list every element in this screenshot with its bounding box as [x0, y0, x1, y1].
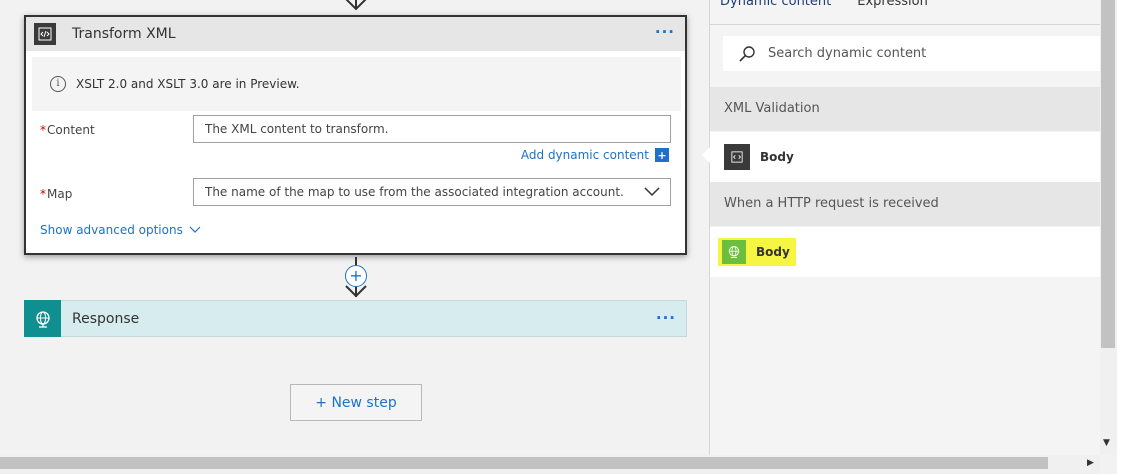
tab-divider — [710, 24, 1101, 25]
map-label-text: Map — [47, 187, 73, 201]
required-mark: * — [40, 187, 46, 201]
info-text: XSLT 2.0 and XSLT 3.0 are in Preview. — [76, 77, 300, 91]
dynamic-content-panel: Dynamic content Expression Search dynami… — [702, 0, 1101, 455]
search-input[interactable]: Search dynamic content — [723, 36, 1101, 71]
transform-xml-card[interactable]: Transform XML ··· i XSLT 2.0 and XSLT 3.… — [24, 15, 687, 255]
map-label: *Map — [40, 187, 72, 201]
new-step-button[interactable]: + New step — [290, 384, 422, 421]
xml-icon — [724, 144, 750, 170]
horizontal-scroll-thumb[interactable] — [0, 457, 1048, 469]
required-mark: * — [40, 123, 46, 137]
tab-expression[interactable]: Expression — [857, 0, 928, 9]
add-dynamic-content-label: Add dynamic content — [520, 148, 649, 162]
section-header-xml-validation: XML Validation — [710, 87, 1101, 131]
tab-dynamic-content[interactable]: Dynamic content — [720, 0, 831, 9]
add-icon: + — [655, 148, 669, 162]
chevron-down-icon — [345, 285, 367, 298]
search-icon — [739, 45, 755, 62]
dynamic-token-body-http[interactable]: Body — [710, 227, 1101, 277]
content-input[interactable]: The XML content to transform. — [193, 115, 671, 143]
scroll-right-arrow-icon[interactable]: ▶ — [1087, 458, 1094, 468]
highlighted-token[interactable]: Body — [718, 238, 796, 266]
scroll-down-arrow-icon[interactable]: ▼ — [1103, 438, 1110, 448]
preview-info-banner: i XSLT 2.0 and XSLT 3.0 are in Preview. — [32, 57, 681, 111]
response-globe-icon — [24, 300, 61, 337]
section-header-http-request: When a HTTP request is received — [710, 182, 1101, 226]
panel-tabs: Dynamic content Expression — [720, 0, 954, 9]
http-globe-icon — [722, 240, 746, 264]
chevron-down-icon[interactable] — [644, 187, 660, 197]
window-edge — [1117, 0, 1143, 474]
content-label-text: Content — [47, 123, 95, 137]
add-dynamic-content-link[interactable]: Add dynamic content + — [521, 148, 669, 162]
chevron-down-icon — [345, 0, 367, 11]
chevron-down-icon — [189, 226, 201, 233]
designer-canvas: Transform XML ··· i XSLT 2.0 and XSLT 3.… — [0, 0, 709, 455]
panel-pointer — [702, 146, 711, 164]
xml-transform-icon — [34, 23, 56, 45]
token-label: Body — [756, 245, 790, 259]
card-title: Response — [72, 310, 140, 327]
card-header[interactable]: Transform XML ··· — [26, 17, 685, 51]
show-advanced-options-link[interactable]: Show advanced options — [40, 223, 201, 237]
vertical-scroll-thumb[interactable] — [1101, 0, 1115, 348]
map-select[interactable]: The name of the map to use from the asso… — [193, 178, 671, 206]
content-placeholder: The XML content to transform. — [205, 122, 389, 136]
dynamic-token-body-xml[interactable]: Body — [710, 132, 1101, 182]
insert-step-button[interactable]: + — [345, 265, 367, 287]
card-title: Transform XML — [72, 26, 176, 42]
info-icon: i — [50, 76, 66, 92]
advanced-options-label: Show advanced options — [40, 223, 183, 237]
search-placeholder: Search dynamic content — [768, 46, 927, 61]
token-label: Body — [760, 150, 794, 164]
more-options-icon[interactable]: ··· — [656, 309, 676, 327]
response-card[interactable]: Response ··· — [24, 300, 687, 337]
map-placeholder: The name of the map to use from the asso… — [205, 185, 624, 199]
content-label: *Content — [40, 123, 95, 137]
more-options-icon[interactable]: ··· — [655, 23, 675, 41]
